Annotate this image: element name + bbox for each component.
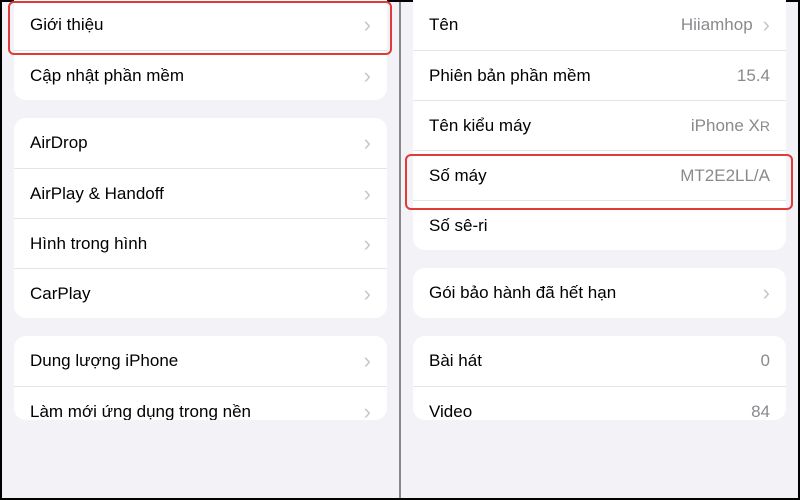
row-label: Gói bảo hành đã hết hạn <box>429 283 759 303</box>
row-software-version[interactable]: Phiên bản phần mềm 15.4 <box>413 50 786 100</box>
row-value: 84 <box>751 402 770 421</box>
row-value: MT2E2LL/A <box>680 166 770 186</box>
row-model-number[interactable]: Số máy MT2E2LL/A <box>413 150 786 200</box>
row-label: Phiên bản phần mềm <box>429 66 737 86</box>
row-label: Bài hát <box>429 351 761 371</box>
row-value: Hiiamhop <box>681 15 753 35</box>
row-label: Hình trong hình <box>30 234 360 254</box>
row-about[interactable]: Giới thiệu › <box>14 0 387 50</box>
row-label: AirPlay & Handoff <box>30 184 360 204</box>
row-label: AirDrop <box>30 133 360 153</box>
chevron-right-icon: › <box>364 233 371 255</box>
row-warranty-expired[interactable]: Gói bảo hành đã hết hạn › <box>413 268 786 318</box>
row-serial-number[interactable]: Số sê-ri <box>413 200 786 250</box>
chevron-right-icon: › <box>364 14 371 36</box>
row-background-app-refresh[interactable]: Làm mới ứng dụng trong nền › <box>14 386 387 420</box>
row-label: Cập nhật phần mềm <box>30 66 360 86</box>
chevron-right-icon: › <box>364 401 371 421</box>
row-software-update[interactable]: Cập nhật phần mềm › <box>14 50 387 100</box>
group-media-counts: Bài hát 0 Video 84 <box>413 336 786 420</box>
row-airplay-handoff[interactable]: AirPlay & Handoff › <box>14 168 387 218</box>
group-warranty: Gói bảo hành đã hết hạn › <box>413 268 786 318</box>
row-label: Dung lượng iPhone <box>30 351 360 371</box>
row-label: Tên <box>429 15 681 35</box>
group-airdrop-carplay: AirDrop › AirPlay & Handoff › Hình trong… <box>14 118 387 318</box>
row-label: Video <box>429 402 751 421</box>
chevron-right-icon: › <box>364 183 371 205</box>
row-label: Giới thiệu <box>30 15 360 35</box>
chevron-right-icon: › <box>364 350 371 372</box>
row-model-name[interactable]: Tên kiểu máy iPhone XR <box>413 100 786 150</box>
about-detail-pane: Tên Hiiamhop › Phiên bản phần mềm 15.4 T… <box>400 2 798 498</box>
row-value: 0 <box>761 351 770 371</box>
row-value: 15.4 <box>737 66 770 86</box>
row-name[interactable]: Tên Hiiamhop › <box>413 0 786 50</box>
row-carplay[interactable]: CarPlay › <box>14 268 387 318</box>
group-storage-refresh: Dung lượng iPhone › Làm mới ứng dụng tro… <box>14 336 387 420</box>
chevron-right-icon: › <box>364 132 371 154</box>
row-videos[interactable]: Video 84 <box>413 386 786 420</box>
row-label: CarPlay <box>30 284 360 304</box>
row-iphone-storage[interactable]: Dung lượng iPhone › <box>14 336 387 386</box>
row-songs[interactable]: Bài hát 0 <box>413 336 786 386</box>
row-label: Số máy <box>429 166 680 186</box>
row-label: Làm mới ứng dụng trong nền <box>30 402 360 421</box>
row-label: Tên kiểu máy <box>429 116 691 136</box>
row-picture-in-picture[interactable]: Hình trong hình › <box>14 218 387 268</box>
row-airdrop[interactable]: AirDrop › <box>14 118 387 168</box>
chevron-right-icon: › <box>364 283 371 305</box>
group-device-info: Tên Hiiamhop › Phiên bản phần mềm 15.4 T… <box>413 0 786 250</box>
group-about-update: Giới thiệu › Cập nhật phần mềm › <box>14 0 387 100</box>
chevron-right-icon: › <box>763 282 770 304</box>
chevron-right-icon: › <box>364 65 371 87</box>
settings-general-pane: Giới thiệu › Cập nhật phần mềm › AirDrop… <box>2 2 400 498</box>
row-value: iPhone XR <box>691 116 770 136</box>
chevron-right-icon: › <box>763 14 770 36</box>
screenshot-container: Giới thiệu › Cập nhật phần mềm › AirDrop… <box>2 2 798 498</box>
row-label: Số sê-ri <box>429 216 770 236</box>
